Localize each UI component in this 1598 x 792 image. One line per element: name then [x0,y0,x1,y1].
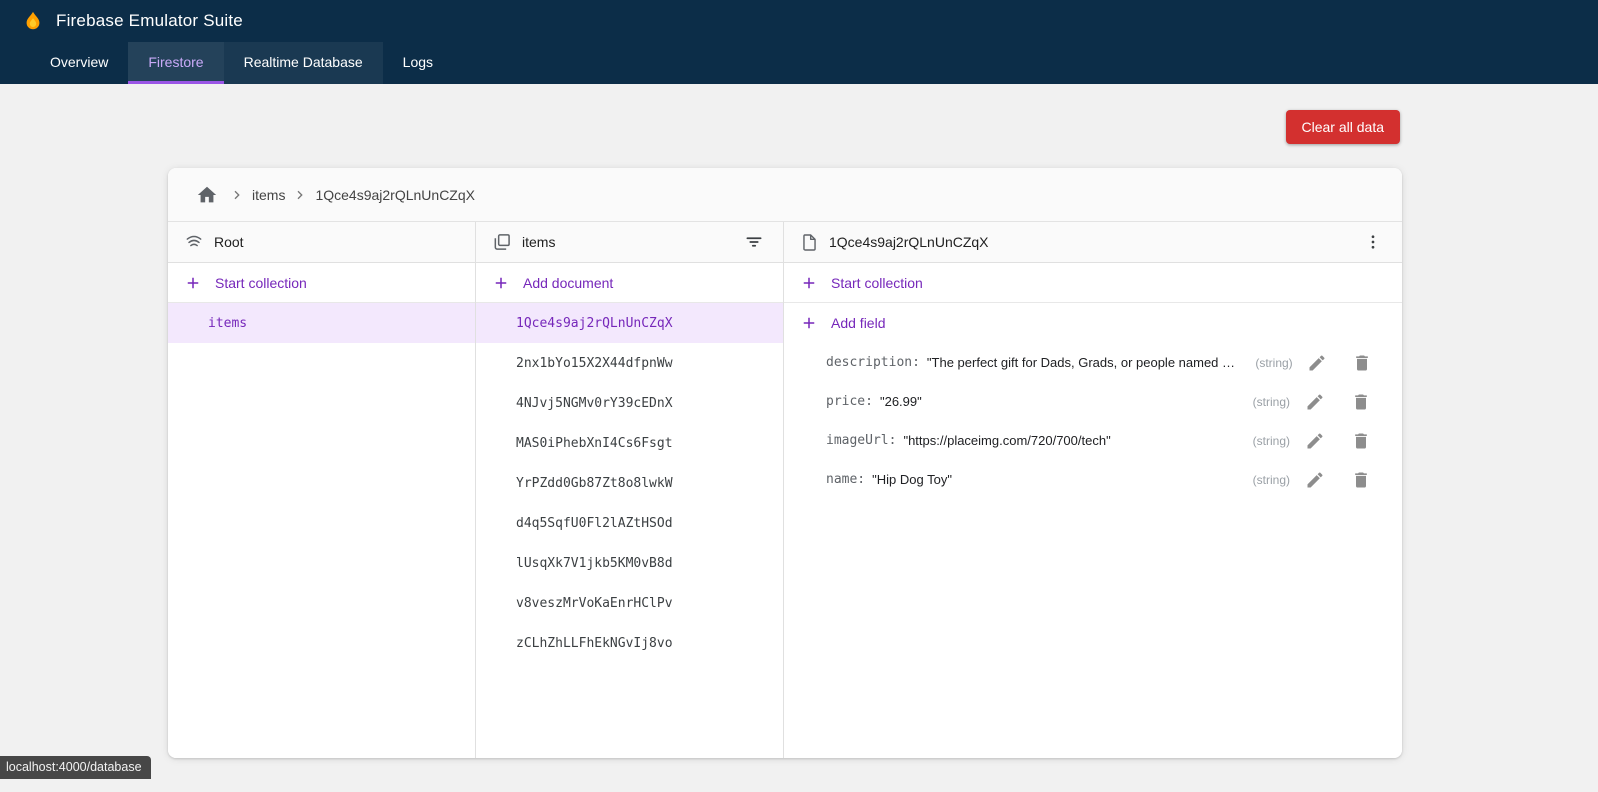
field-type: (string) [1253,395,1290,409]
document-row[interactable]: lUsqXk7V1jkb5KM0vB8d [476,543,783,583]
status-bubble: localhost:4000/database [0,756,151,779]
document-row[interactable]: d4q5SqfU0Fl2lAZtHSOd [476,503,783,543]
chevron-right-icon [292,187,308,203]
app-header: Firebase Emulator Suite Overview Firesto… [0,0,1598,84]
field-type: (string) [1255,356,1292,370]
tab-logs[interactable]: Logs [383,42,453,84]
app-title: Firebase Emulator Suite [56,11,243,31]
firestore-columns: Root Start collection items [168,222,1402,758]
document-menu-button[interactable] [1358,227,1388,257]
collection-column-title: items [522,234,555,250]
plus-icon [800,274,818,292]
chevron-right-icon [229,187,245,203]
doc-start-collection-button[interactable]: Start collection [784,263,1402,303]
collection-column-header: items [476,222,783,263]
document-row[interactable]: zCLhZhLLFhEkNGvIj8vo [476,623,783,663]
field-key: imageUrl: [826,433,896,448]
document-row[interactable]: MAS0iPhebXnI4Cs6Fsgt [476,423,783,463]
field-row-description: description: "The perfect gift for Dads,… [784,343,1402,382]
field-type: (string) [1253,473,1290,487]
edit-field-button[interactable] [1302,389,1328,415]
document-row[interactable]: v8veszMrVoKaEnrHClPv [476,583,783,623]
plus-icon [184,274,202,292]
tab-realtime-database[interactable]: Realtime Database [224,42,383,84]
field-key: price: [826,394,873,409]
delete-field-button[interactable] [1348,467,1374,493]
document-icon [800,233,819,252]
collection-column: items Add document 1Qce4s9aj2rQLnUnCZqX [476,222,784,758]
field-row-imageUrl: imageUrl: "https://placeimg.com/720/700/… [784,421,1402,460]
field-value: "https://placeimg.com/720/700/tech" [903,433,1110,448]
firestore-panel: items 1Qce4s9aj2rQLnUnCZqX Root [168,168,1402,758]
collection-row-items[interactable]: items [168,303,475,343]
breadcrumb-collection[interactable]: items [252,187,285,203]
plus-icon [800,314,818,332]
edit-field-button[interactable] [1305,350,1330,376]
home-icon[interactable] [192,180,222,210]
delete-field-button[interactable] [1348,389,1374,415]
document-row[interactable]: 2nx1bYo15X2X44dfpnWw [476,343,783,383]
field-value: "The perfect gift for Dads, Grads, or pe… [927,355,1239,370]
document-column-header: 1Qce4s9aj2rQLnUnCZqX [784,222,1402,263]
field-key: name: [826,472,865,487]
doc-start-collection-label: Start collection [831,275,923,291]
document-row[interactable]: YrPZdd0Gb87Zt8o8lwkW [476,463,783,503]
add-document-label: Add document [523,275,613,291]
field-key: description: [826,355,920,370]
filter-documents-button[interactable] [739,227,769,257]
plus-icon [492,274,510,292]
document-row[interactable]: 4NJvj5NGMv0rY39cEDnX [476,383,783,423]
document-row[interactable]: 1Qce4s9aj2rQLnUnCZqX [476,303,783,343]
delete-field-button[interactable] [1349,350,1374,376]
edit-field-button[interactable] [1302,428,1328,454]
breadcrumb-document: 1Qce4s9aj2rQLnUnCZqX [315,187,475,203]
root-column-header: Root [168,222,475,263]
field-row-name: name: "Hip Dog Toy" (string) [784,460,1402,499]
collection-icon [492,232,512,252]
field-type: (string) [1253,434,1290,448]
root-column-title: Root [214,234,244,250]
root-column: Root Start collection items [168,222,476,758]
start-collection-button[interactable]: Start collection [168,263,475,303]
field-value: "Hip Dog Toy" [872,472,952,487]
tab-firestore[interactable]: Firestore [128,42,223,84]
add-document-button[interactable]: Add document [476,263,783,303]
toolbar: Clear all data [0,84,1598,168]
document-column-title: 1Qce4s9aj2rQLnUnCZqX [829,234,989,250]
field-row-price: price: "26.99" (string) [784,382,1402,421]
title-bar: Firebase Emulator Suite [0,0,1598,42]
breadcrumb: items 1Qce4s9aj2rQLnUnCZqX [168,168,1402,222]
edit-field-button[interactable] [1302,467,1328,493]
field-value: "26.99" [880,394,922,409]
start-collection-label: Start collection [215,275,307,291]
add-field-label: Add field [831,315,885,331]
document-column: 1Qce4s9aj2rQLnUnCZqX Start collection [784,222,1402,758]
delete-field-button[interactable] [1348,428,1374,454]
firebase-logo-icon [22,10,44,32]
tab-overview[interactable]: Overview [30,42,128,84]
main-content: Clear all data items 1Qce4s9aj2rQLnUnCZq… [0,84,1598,758]
nav-tabs: Overview Firestore Realtime Database Log… [0,42,1598,84]
clear-all-data-button[interactable]: Clear all data [1286,110,1401,144]
root-icon [184,232,204,252]
add-field-button[interactable]: Add field [784,303,1402,343]
